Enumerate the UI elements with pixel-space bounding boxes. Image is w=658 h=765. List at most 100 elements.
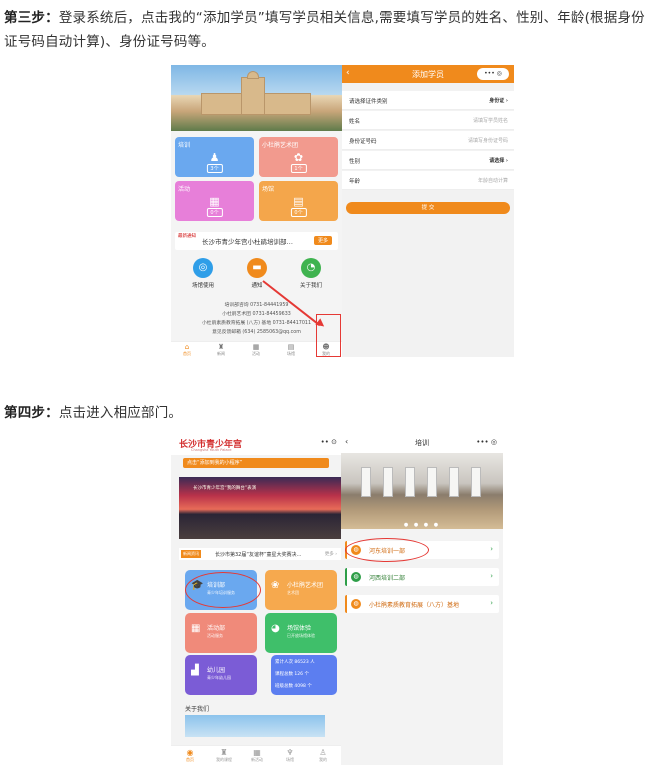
user-icon: ♙ (319, 748, 327, 757)
quick-venue-use-label: 场馆使用 (191, 283, 214, 289)
document-icon: ▤ (293, 195, 304, 208)
tile-venue[interactable]: 场馆 ▤ 0个 (259, 181, 338, 221)
tile-venue-experience[interactable]: ◕ 场馆体验 已开放场馆体验 (265, 613, 337, 653)
contact-line: 培训部咨询 0731-84441959 (224, 303, 289, 308)
field-placeholder: 请填写学员姓名 (472, 118, 508, 124)
nav-venue[interactable]: ♆ 场馆 (275, 748, 305, 763)
quick-about-us-label: 关于我们 (299, 283, 322, 289)
chevron-right-icon: › (490, 572, 493, 580)
stage-photo: 长沙市青少年宫“我的舞台”表演 (179, 477, 341, 539)
field-id-number[interactable]: 身份证号码 请填写身份证号码 (342, 131, 514, 150)
news-bar[interactable]: 新闻资讯 长沙市第32届“友谊杯”童星大奖赛决… 更多 › (179, 548, 341, 560)
home-header: 长沙市青少年宫 Changsha Youth Palace •• ⊙ (171, 433, 341, 455)
form-header: ‹ 添加学员 ••• ◎ (342, 65, 514, 83)
calendar-icon: ▦ (209, 195, 220, 208)
field-placeholder: 请填写身份证号码 (467, 138, 508, 144)
tile-art-troupe[interactable]: 小杜鹃艺术团 ✿ 1个 (259, 137, 338, 177)
logo-subtitle: Changsha Youth Palace (191, 448, 232, 452)
step3-label: 第三步： (4, 10, 59, 26)
field-id-type[interactable]: 请选择证件类别 身份证 › (342, 91, 514, 110)
tile-activity-label: 活动 (178, 186, 191, 193)
nav-courses-label: 我的课程 (216, 757, 232, 762)
tile-training-count: 3个 (206, 164, 223, 173)
field-label: 年龄 (349, 179, 361, 185)
tile-art-troupe[interactable]: ❀ 小杜鹃艺术团 艺术团 (265, 570, 337, 610)
nav-venue[interactable]: ▤ 场馆 (277, 343, 305, 357)
about-us-heading: 关于我们 (185, 706, 210, 713)
calendar-icon: ▦ (253, 748, 261, 757)
stat-courses: 课程总数 126 个 (275, 672, 309, 677)
nav-courses[interactable]: ♜ 我的课程 (209, 748, 239, 763)
nav-activity[interactable]: ▦ 新活动 (242, 748, 272, 763)
tile-activity-dept[interactable]: ▦ 活动部 活动服务 (185, 613, 257, 653)
news-more-link[interactable]: 更多 › (325, 551, 337, 557)
tile-kindergarten[interactable]: ▟ 幼儿园 青少年幼儿园 (185, 655, 257, 695)
building-icon: ▟ (191, 665, 199, 676)
tile-subtitle: 已开放场馆体验 (287, 633, 315, 638)
menu-capsule[interactable]: •• ⊙ (321, 438, 337, 446)
tile-activity[interactable]: 活动 ▦ 0个 (175, 181, 254, 221)
step4-paragraph: 第四步：点击进入相应部门。 (4, 401, 182, 425)
field-gender[interactable]: 性别 请选择 › (342, 151, 514, 170)
add-student-screen: ‹ 添加学员 ••• ◎ 请选择证件类别 身份证 › 姓名 请填写学员姓名 身份… (342, 65, 514, 357)
news-icon: ♜ (217, 343, 225, 351)
menu-capsule[interactable]: ••• ◎ (476, 438, 497, 446)
annotation-highlight-ellipse (345, 538, 429, 562)
chevron-right-icon: › (490, 545, 493, 553)
palette-icon: ◕ (271, 623, 280, 634)
news-text: 长沙市青少年宫小杜鹃培训部… (202, 238, 293, 246)
field-value: 请选择 › (489, 158, 508, 164)
field-name[interactable]: 姓名 请填写学员姓名 (342, 111, 514, 130)
tile-name: 活动部 (207, 625, 226, 632)
nav-mine[interactable]: ♙ 我的 (308, 748, 338, 763)
news-more-button[interactable]: 更多 (313, 236, 332, 245)
tile-venue-count: 0个 (290, 208, 307, 217)
step4-label: 第四步： (4, 405, 59, 421)
campus-photo (171, 65, 342, 131)
field-value: 身份证 › (489, 98, 508, 104)
dept-hexi-2[interactable]: ◍ 河西培训二部 › (345, 568, 499, 586)
nav-venue-label: 场馆 (286, 757, 294, 762)
screenshot-add-student: 培训 ♟ 3个 小杜鹃艺术团 ✿ 1个 活动 ▦ 0个 场馆 ▤ 0个 最新通知… (171, 65, 514, 357)
field-placeholder: 年龄自动计算 (477, 178, 508, 184)
tile-subtitle: 青少年幼儿园 (207, 675, 231, 680)
tile-venue-label: 场馆 (262, 186, 275, 193)
tile-training[interactable]: 培训 ♟ 3个 (175, 137, 254, 177)
tile-subtitle: 活动服务 (207, 633, 223, 638)
screenshot-select-department: 长沙市青少年宫 Changsha Youth Palace •• ⊙ 点击“添加… (171, 433, 503, 765)
location-icon: ◎ (193, 258, 213, 278)
notice-icon: ▬ (247, 258, 267, 278)
stat-classes: 班级总数 4098 个 (275, 684, 312, 689)
add-miniprogram-banner[interactable]: 点击“添加到我的小程序” (183, 458, 329, 468)
field-label: 请选择证件类别 (349, 99, 388, 105)
step4-text: 点击进入相应部门。 (58, 405, 183, 421)
nav-home-label: 首页 (183, 351, 191, 356)
field-label: 身份证号码 (349, 139, 377, 145)
annotation-highlight-circle (185, 572, 261, 608)
dance-studio-photo (341, 453, 503, 529)
nav-activity-label: 活动 (252, 351, 260, 356)
dept-bafang-base[interactable]: ◍ 小杜鹃素质教育拓展（八方）基地 › (345, 595, 499, 613)
quick-about-us[interactable]: ◔ 关于我们 (291, 258, 331, 289)
submit-button[interactable]: 提 交 (346, 202, 510, 214)
nav-mine-label: 我的 (319, 757, 327, 762)
calendar-icon: ▦ (191, 623, 201, 634)
nav-home[interactable]: ⌂ 首页 (173, 343, 201, 357)
nav-home[interactable]: ◉ 首页 (175, 748, 205, 763)
dept-name: 河西培训二部 (369, 575, 406, 582)
dept-name: 小杜鹃素质教育拓展（八方）基地 (369, 602, 460, 609)
nav-activity[interactable]: ▦ 活动 (242, 343, 270, 357)
news-text: 长沙市第32届“友谊杯”童星大奖赛决… (215, 552, 302, 558)
quick-venue-use[interactable]: ◎ 场馆使用 (183, 258, 223, 289)
news-bar[interactable]: 最新通知 长沙市青少年宫小杜鹃培训部… 更多 (175, 232, 338, 250)
training-header: ‹ 培训 ••• ◎ (341, 433, 503, 453)
dept-icon: ◍ (351, 572, 361, 582)
tile-name: 幼儿园 (207, 667, 226, 674)
step3-text: 登录系统后，点击我的“添加学员”填写学员相关信息,需要填写学员的姓名、性别、年龄… (4, 10, 645, 50)
flower-icon: ❀ (271, 580, 280, 591)
nav-news[interactable]: ♜ 新闻 (207, 343, 235, 357)
menu-capsule[interactable]: ••• ◎ (477, 68, 509, 80)
calendar-icon: ▦ (252, 343, 260, 351)
news-tag: 最新通知 (178, 234, 196, 239)
quick-notice[interactable]: ▬ 通知 (237, 258, 277, 289)
